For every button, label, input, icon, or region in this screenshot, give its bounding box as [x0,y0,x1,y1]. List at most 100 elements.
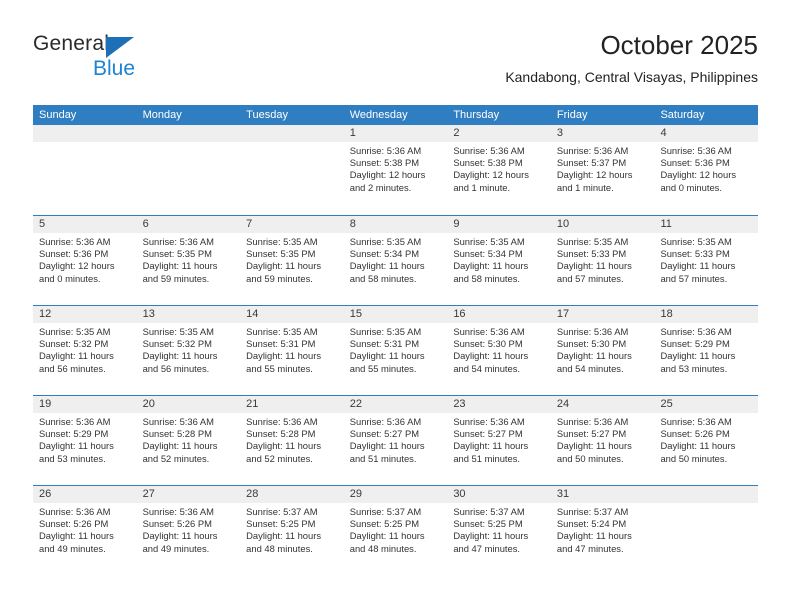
daylight-text: Daylight: 11 hours and 55 minutes. [246,350,322,374]
calendar-day-cell[interactable]: 11 Sunrise: 5:35 AM Sunset: 5:33 PM Dayligh… [654,216,759,305]
sunrise-text: Sunrise: 5:36 AM [660,416,732,427]
day-number: 20 [136,396,241,413]
calendar-day-cell[interactable]: 6 Sunrise: 5:36 AM Sunset: 5:35 PM Daylight… [136,216,241,305]
calendar-day-cell[interactable]: 4 Sunrise: 5:36 AM Sunset: 5:36 PM Daylight… [654,125,759,215]
calendar-day-cell[interactable]: 26 Sunrise: 5:36 AM Sunset: 5:26 PM Dayligh… [33,486,137,575]
sunset-text: Sunset: 5:30 PM [556,338,627,350]
sunrise-text: Sunrise: 5:37 AM [453,506,525,517]
day-number: 21 [240,396,344,413]
sunrise-text: Sunrise: 5:36 AM [39,236,111,247]
calendar-day-cell[interactable]: 8 Sunrise: 5:35 AM Sunset: 5:34 PM Daylight… [343,216,448,305]
sunrise-text: Sunrise: 5:36 AM [453,145,525,156]
day-details: Sunrise: 5:36 AM Sunset: 5:30 PM Daylight:… [551,323,655,375]
day-details: Sunrise: 5:36 AM Sunset: 5:38 PM Daylight:… [344,142,448,194]
daylight-text: Daylight: 11 hours and 54 minutes. [556,350,632,374]
day-number: 10 [550,216,655,233]
calendar-day-cell[interactable]: 14 Sunrise: 5:35 AM Sunset: 5:31 PM Dayligh… [240,306,344,395]
day-number: 17 [550,306,655,323]
sunset-text: Sunset: 5:35 PM [246,248,316,260]
calendar-day-cell[interactable]: 10 Sunrise: 5:35 AM Sunset: 5:33 PM Dayligh… [550,216,655,305]
day-number [240,125,344,142]
day-details: Sunrise: 5:36 AM Sunset: 5:36 PM Daylight:… [33,233,137,285]
day-details: Sunrise: 5:36 AM Sunset: 5:35 PM Daylight:… [137,233,241,285]
daylight-text: Daylight: 11 hours and 52 minutes. [246,440,322,464]
calendar-day-cell[interactable]: 13 Sunrise: 5:35 AM Sunset: 5:32 PM Dayligh… [136,306,241,395]
day-number: 23 [447,396,551,413]
daylight-text: Daylight: 11 hours and 53 minutes. [39,440,114,464]
sunset-text: Sunset: 5:26 PM [660,428,730,440]
day-number: 15 [343,306,448,323]
calendar-day-cell[interactable]: 29 Sunrise: 5:37 AM Sunset: 5:25 PM Dayligh… [343,486,448,575]
sunset-text: Sunset: 5:34 PM [349,248,420,260]
calendar-day-cell[interactable]: 12 Sunrise: 5:35 AM Sunset: 5:32 PM Dayligh… [33,306,137,395]
weekday-header-row: Sunday Monday Tuesday Wednesday Thursday Frid… [33,105,758,125]
sunset-text: Sunset: 5:27 PM [349,428,420,440]
day-number: 2 [447,125,551,142]
sunset-text: Sunset: 5:30 PM [453,338,523,350]
calendar-day-cell[interactable]: 25 Sunrise: 5:36 AM Sunset: 5:26 PM Dayligh… [654,396,759,485]
sunset-text: Sunset: 5:37 PM [556,157,627,169]
daylight-text: Daylight: 11 hours and 57 minutes. [556,260,632,284]
sunset-text: Sunset: 5:27 PM [453,428,523,440]
day-details: Sunrise: 5:36 AM Sunset: 5:26 PM Daylight:… [137,503,241,555]
calendar-day-cell[interactable]: 2 Sunrise: 5:36 AM Sunset: 5:38 PM Daylight… [447,125,551,215]
page-header: General Blue October 2025 Kandabong, Cen… [33,28,758,98]
daylight-text: Daylight: 12 hours and 1 minute. [453,169,529,193]
calendar-day-cell[interactable]: 18 Sunrise: 5:36 AM Sunset: 5:29 PM Dayligh… [654,306,759,395]
sunset-text: Sunset: 5:25 PM [349,518,420,530]
day-number: 25 [654,396,759,413]
day-details: Sunrise: 5:35 AM Sunset: 5:35 PM Daylight:… [240,233,344,285]
calendar-day-cell[interactable]: 27 Sunrise: 5:36 AM Sunset: 5:26 PM Dayligh… [136,486,241,575]
page-title: October 2025 [600,30,758,60]
sunrise-text: Sunrise: 5:35 AM [349,236,422,247]
daylight-text: Daylight: 12 hours and 0 minutes. [660,169,737,193]
daylight-text: Daylight: 11 hours and 49 minutes. [39,530,114,554]
sunrise-text: Sunrise: 5:36 AM [142,416,214,427]
day-number: 12 [33,306,137,323]
day-number: 30 [447,486,551,503]
calendar-day-cell[interactable]: 24 Sunrise: 5:36 AM Sunset: 5:27 PM Dayligh… [550,396,655,485]
brand-logo[interactable]: General Blue [33,32,233,88]
day-number: 5 [33,216,137,233]
calendar-day-cell[interactable]: 31 Sunrise: 5:37 AM Sunset: 5:24 PM Dayligh… [550,486,655,575]
calendar-day-cell[interactable]: 17 Sunrise: 5:36 AM Sunset: 5:30 PM Dayligh… [550,306,655,395]
day-details: Sunrise: 5:36 AM Sunset: 5:36 PM Daylight:… [654,142,758,194]
calendar-day-cell[interactable]: 16 Sunrise: 5:36 AM Sunset: 5:30 PM Dayligh… [447,306,551,395]
calendar-day-cell[interactable]: 7 Sunrise: 5:35 AM Sunset: 5:35 PM Daylight… [240,216,344,305]
day-number [136,125,241,142]
day-number: 31 [550,486,655,503]
day-details: Sunrise: 5:36 AM Sunset: 5:27 PM Daylight:… [447,413,551,465]
calendar-day-cell[interactable]: 30 Sunrise: 5:37 AM Sunset: 5:25 PM Dayligh… [447,486,551,575]
daylight-text: Daylight: 11 hours and 51 minutes. [349,440,425,464]
weekday-header-wednesday: Wednesday [349,109,408,121]
day-number: 14 [240,306,344,323]
day-details: Sunrise: 5:36 AM Sunset: 5:28 PM Daylight:… [137,413,241,465]
calendar-day-cell[interactable]: 19 Sunrise: 5:36 AM Sunset: 5:29 PM Dayligh… [33,396,137,485]
daylight-text: Daylight: 11 hours and 56 minutes. [39,350,114,374]
calendar-day-cell[interactable]: 21 Sunrise: 5:36 AM Sunset: 5:28 PM Dayligh… [240,396,344,485]
daylight-text: Daylight: 11 hours and 57 minutes. [660,260,736,284]
brand-name-blue: Blue [93,57,136,80]
weekday-header-sunday: Sunday [39,109,77,121]
day-number: 9 [447,216,551,233]
daylight-text: Daylight: 11 hours and 52 minutes. [142,440,218,464]
calendar-day-cell[interactable]: 20 Sunrise: 5:36 AM Sunset: 5:28 PM Dayligh… [136,396,241,485]
sunset-text: Sunset: 5:34 PM [453,248,523,260]
sunset-text: Sunset: 5:32 PM [39,338,109,350]
calendar-day-cell[interactable]: 1 Sunrise: 5:36 AM Sunset: 5:38 PM Daylight… [343,125,448,215]
day-details: Sunrise: 5:35 AM Sunset: 5:34 PM Daylight:… [447,233,551,285]
sunset-text: Sunset: 5:26 PM [142,518,212,530]
calendar-day-cell[interactable]: 9 Sunrise: 5:35 AM Sunset: 5:34 PM Daylight… [447,216,551,305]
sunset-text: Sunset: 5:38 PM [453,157,523,169]
daylight-text: Daylight: 11 hours and 47 minutes. [453,530,529,554]
calendar-day-cell[interactable]: 23 Sunrise: 5:36 AM Sunset: 5:27 PM Dayligh… [447,396,551,485]
calendar-day-cell[interactable]: 5 Sunrise: 5:36 AM Sunset: 5:36 PM Daylight… [33,216,137,305]
sunrise-text: Sunrise: 5:35 AM [349,326,422,337]
day-details: Sunrise: 5:35 AM Sunset: 5:33 PM Daylight:… [654,233,758,285]
calendar-day-cell[interactable]: 15 Sunrise: 5:35 AM Sunset: 5:31 PM Dayligh… [343,306,448,395]
calendar-day-cell[interactable]: 28 Sunrise: 5:37 AM Sunset: 5:25 PM Dayligh… [240,486,344,575]
day-number: 27 [136,486,241,503]
calendar-day-cell[interactable]: 22 Sunrise: 5:36 AM Sunset: 5:27 PM Dayligh… [343,396,448,485]
calendar-day-cell[interactable]: 3 Sunrise: 5:36 AM Sunset: 5:37 PM Daylight… [550,125,655,215]
day-details: Sunrise: 5:35 AM Sunset: 5:34 PM Daylight:… [344,233,448,285]
